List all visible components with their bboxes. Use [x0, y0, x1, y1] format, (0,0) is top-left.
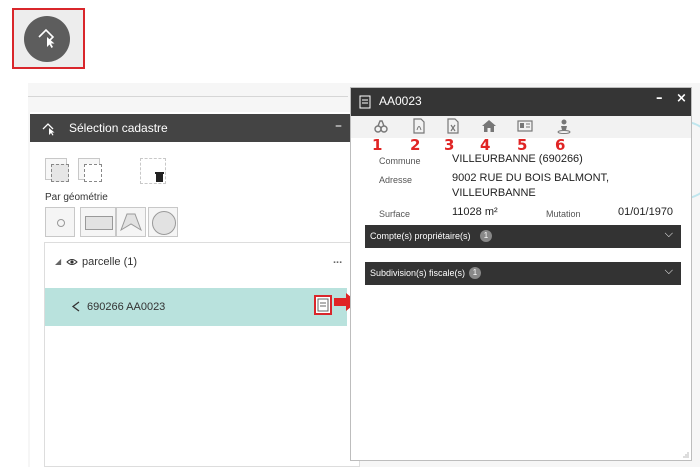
clear-selection-button[interactable]	[140, 158, 166, 184]
locate-parcel-icon[interactable]	[71, 301, 82, 312]
add-selection-button[interactable]	[45, 158, 69, 182]
details-sheet-icon	[359, 95, 371, 109]
cadastre-selection-panel: Sélection cadastre – Par géométrie ◢ par…	[30, 112, 360, 467]
address-label: Adresse	[379, 175, 413, 185]
toolbar-number: 6	[555, 136, 566, 154]
pdf-icon[interactable]	[411, 118, 427, 134]
count-badge: 1	[480, 230, 492, 242]
selection-cursor-icon	[38, 28, 55, 48]
polygon-tool-button[interactable]	[116, 207, 146, 237]
person-location-icon[interactable]	[556, 118, 572, 134]
details-header: AA0023 – ×	[351, 88, 691, 116]
layer-visibility-icon[interactable]	[66, 256, 78, 268]
parcel-details-button[interactable]	[314, 295, 332, 315]
commune-label: Commune	[379, 156, 421, 166]
fiscal-subdivisions-section-header[interactable]: Subdivision(s) fiscale(s) 1 ⌵	[365, 262, 681, 285]
toolbar-number: 3	[444, 136, 455, 154]
geometry-label: Par géométrie	[45, 192, 108, 203]
id-card-icon[interactable]	[517, 118, 533, 134]
details-title: AA0023	[379, 94, 422, 108]
section-label: Subdivision(s) fiscale(s)	[370, 268, 466, 278]
surface-label: Surface	[379, 209, 411, 219]
toolbar-number: 5	[517, 136, 528, 154]
toolbar-number: 2	[410, 136, 421, 154]
section-label: Compte(s) propriétaire(s)	[370, 231, 471, 241]
selection-cursor-icon	[42, 123, 55, 136]
layer-label: parcelle (1)	[82, 256, 138, 268]
close-button[interactable]: ×	[676, 91, 687, 106]
details-sheet-icon	[317, 298, 329, 312]
expand-arrow-icon[interactable]: ◢	[55, 257, 61, 266]
selection-tool-highlight[interactable]	[12, 8, 85, 69]
owners-section-header[interactable]: Compte(s) propriétaire(s) 1 ⌵	[365, 225, 681, 248]
selection-tool-button[interactable]	[24, 16, 70, 62]
toolbar-number: 4	[480, 136, 491, 154]
map-line	[28, 96, 348, 97]
commune-value: VILLEURBANNE (690266)	[452, 153, 583, 165]
owners-icon[interactable]	[373, 118, 389, 134]
layer-row[interactable]: ◢ parcelle (1) ...	[45, 243, 361, 285]
parcel-details-panel: AA0023 – × 1 2 3 4 5 6 Commune VILLEURBA…	[350, 87, 692, 461]
details-toolbar	[351, 116, 691, 138]
panel-header: Sélection cadastre –	[30, 114, 352, 142]
remove-selection-button[interactable]	[78, 158, 102, 182]
layer-menu-button[interactable]: ...	[333, 254, 342, 266]
selection-tree: ◢ parcelle (1) ... 690266 AA0023	[44, 242, 360, 467]
mutation-value: 01/01/1970	[618, 206, 674, 218]
parcel-label: 690266 AA0023	[87, 301, 166, 313]
trash-icon	[155, 172, 164, 182]
minimize-button[interactable]: –	[656, 91, 663, 106]
surface-value: 11028 m²	[452, 206, 498, 218]
chevron-down-icon[interactable]: ⌵	[665, 228, 673, 241]
circle-tool-button[interactable]	[148, 207, 178, 237]
polygon-icon	[120, 213, 142, 232]
panel-title: Sélection cadastre	[69, 121, 168, 135]
rectangle-tool-button[interactable]	[80, 207, 116, 237]
point-tool-button[interactable]	[45, 207, 75, 237]
toolbar-number: 1	[372, 136, 383, 154]
resize-handle-icon[interactable]	[683, 452, 689, 458]
chevron-down-icon[interactable]: ⌵	[665, 265, 673, 278]
address-value-line1: 9002 RUE DU BOIS BALMONT,	[452, 172, 610, 184]
count-badge: 1	[469, 267, 481, 279]
parcel-row[interactable]: 690266 AA0023	[45, 288, 347, 326]
minimize-button[interactable]: –	[335, 118, 342, 134]
address-value-line2: VILLEURBANNE	[452, 187, 536, 199]
home-icon[interactable]	[481, 118, 497, 134]
excel-icon[interactable]	[445, 118, 461, 134]
mutation-label: Mutation	[546, 209, 581, 219]
